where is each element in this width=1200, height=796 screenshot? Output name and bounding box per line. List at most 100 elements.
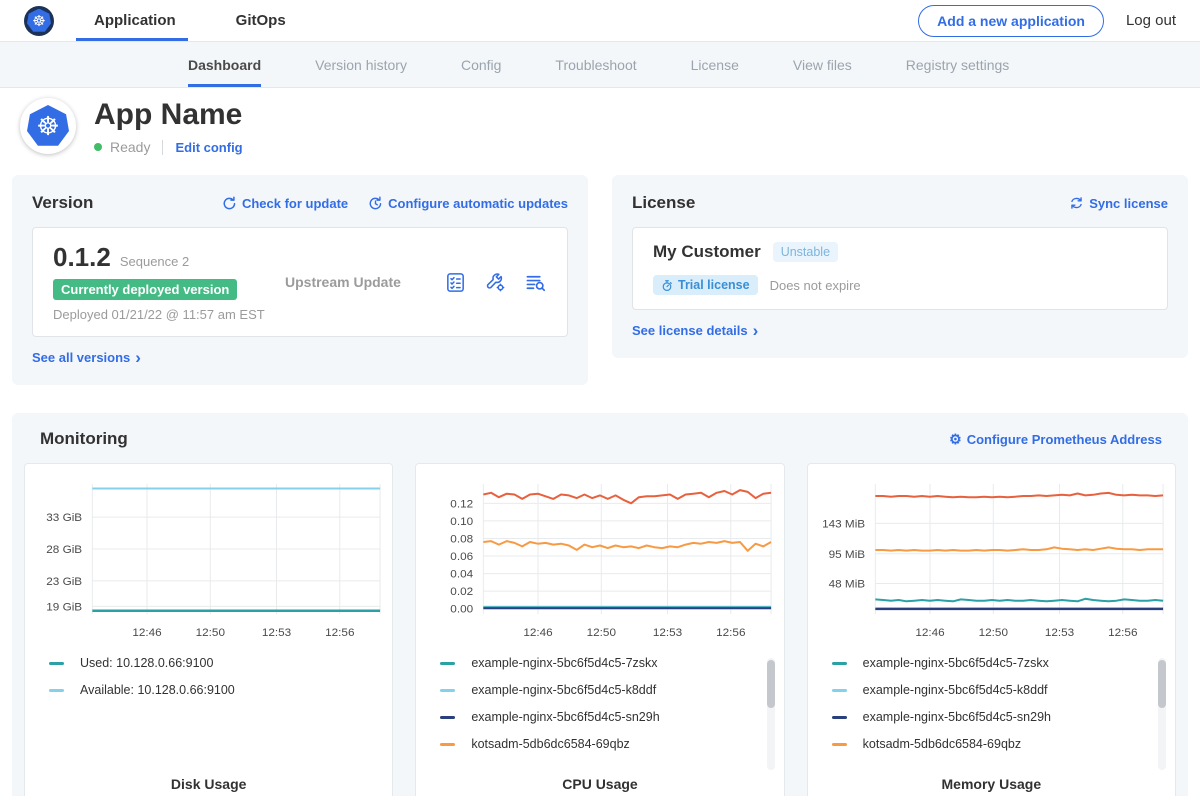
currently-deployed-badge: Currently deployed version	[53, 279, 237, 300]
svg-text:0.04: 0.04	[451, 568, 474, 581]
kubernetes-logo-icon: ☸	[24, 6, 54, 36]
legend-swatch	[832, 716, 847, 719]
status-dot	[94, 143, 102, 151]
sequence-label: Sequence 2	[120, 254, 189, 269]
version-card-title: Version	[32, 193, 93, 213]
svg-text:12:46: 12:46	[132, 626, 161, 639]
disk-usage-chart-card: 19 GiB23 GiB28 GiB33 GiB12:4612:5012:531…	[24, 463, 393, 796]
release-type-label: Upstream Update	[285, 274, 401, 290]
legend-label: example-nginx-5bc6f5d4c5-7zskx	[471, 656, 657, 670]
svg-text:0.02: 0.02	[451, 585, 474, 598]
tab-version-history[interactable]: Version history	[315, 42, 407, 87]
legend-item: Used: 10.128.0.66:9100	[49, 656, 392, 670]
version-number: 0.1.2	[53, 242, 111, 273]
legend-label: Used: 10.128.0.66:9100	[80, 656, 213, 670]
svg-text:12:53: 12:53	[653, 626, 682, 639]
legend-item: kotsadm-5db6dc6584-69qbz	[440, 737, 783, 751]
add-application-button[interactable]: Add a new application	[918, 5, 1104, 37]
series-line	[484, 490, 772, 503]
svg-text:12:50: 12:50	[196, 626, 225, 639]
legend-swatch	[832, 743, 847, 746]
svg-text:12:56: 12:56	[325, 626, 354, 639]
tab-registry-settings[interactable]: Registry settings	[906, 42, 1009, 87]
svg-text:12:56: 12:56	[716, 626, 745, 639]
app-sub-nav: Dashboard Version history Config Trouble…	[0, 42, 1200, 88]
svg-text:28 GiB: 28 GiB	[46, 543, 82, 556]
legend-label: Available: 10.128.0.66:9100	[80, 683, 235, 697]
legend-scrollbar[interactable]	[1158, 658, 1166, 770]
svg-text:12:46: 12:46	[915, 626, 944, 639]
chart-title: Memory Usage	[808, 776, 1175, 792]
tab-config[interactable]: Config	[461, 42, 501, 87]
svg-text:0.06: 0.06	[451, 550, 474, 563]
legend-item: example-nginx-5bc6f5d4c5-sn29h	[832, 710, 1175, 724]
configure-automatic-updates-link[interactable]: Configure automatic updates	[368, 196, 568, 211]
legend-label: example-nginx-5bc6f5d4c5-sn29h	[863, 710, 1051, 724]
nav-tab-gitops[interactable]: GitOps	[230, 0, 292, 41]
tab-dashboard[interactable]: Dashboard	[188, 42, 261, 87]
disk-usage-legend: Used: 10.128.0.66:9100 Available: 10.128.…	[49, 656, 392, 774]
cpu-usage-chart-card: 0.000.020.040.060.080.100.1212:4612:5012…	[415, 463, 784, 796]
top-nav: ☸ Application GitOps Add a new applicati…	[0, 0, 1200, 42]
svg-text:12:53: 12:53	[262, 626, 291, 639]
series-line	[484, 541, 772, 551]
legend-label: example-nginx-5bc6f5d4c5-k8ddf	[863, 683, 1048, 697]
svg-text:33 GiB: 33 GiB	[46, 511, 82, 524]
chevron-right-icon: ›	[753, 326, 759, 336]
chart-title: Disk Usage	[25, 776, 392, 792]
disk-usage-chart: 19 GiB23 GiB28 GiB33 GiB12:4612:5012:531…	[25, 474, 392, 652]
channel-badge: Unstable	[773, 242, 838, 262]
svg-text:48 MiB: 48 MiB	[828, 578, 865, 591]
see-license-details-link[interactable]: See license details›	[632, 323, 758, 338]
sync-license-link[interactable]: Sync license	[1069, 196, 1168, 211]
legend-item: example-nginx-5bc6f5d4c5-k8ddf	[440, 683, 783, 697]
status-text: Ready	[110, 139, 150, 155]
series-line	[875, 599, 1163, 602]
legend-swatch	[440, 662, 455, 665]
legend-label: example-nginx-5bc6f5d4c5-sn29h	[471, 710, 659, 724]
license-expiry-text: Does not expire	[770, 278, 861, 293]
legend-item: example-nginx-5bc6f5d4c5-7zskx	[440, 656, 783, 670]
svg-text:23 GiB: 23 GiB	[46, 575, 82, 588]
memory-usage-legend: example-nginx-5bc6f5d4c5-7zskxexample-ng…	[832, 656, 1175, 774]
license-card-title: License	[632, 193, 695, 213]
legend-swatch	[440, 716, 455, 719]
legend-swatch	[440, 689, 455, 692]
svg-text:0.12: 0.12	[451, 497, 474, 510]
legend-item: kotsadm-5db6dc6584-69qbz	[832, 737, 1175, 751]
svg-text:95 MiB: 95 MiB	[828, 548, 865, 561]
tab-troubleshoot[interactable]: Troubleshoot	[555, 42, 636, 87]
divider	[162, 140, 163, 155]
legend-scrollbar[interactable]	[767, 658, 775, 770]
view-logs-icon[interactable]	[524, 271, 547, 294]
version-card: Version Check for update Configure autom…	[12, 175, 588, 385]
tab-license[interactable]: License	[691, 42, 739, 87]
legend-swatch	[440, 743, 455, 746]
legend-scrollbar-thumb[interactable]	[1158, 660, 1166, 708]
legend-scrollbar-thumb[interactable]	[767, 660, 775, 708]
svg-text:12:50: 12:50	[978, 626, 1007, 639]
monitoring-panel: Monitoring ⚙ Configure Prometheus Addres…	[12, 413, 1188, 796]
nav-tab-application[interactable]: Application	[88, 0, 182, 41]
legend-item: example-nginx-5bc6f5d4c5-k8ddf	[832, 683, 1175, 697]
stopwatch-icon	[661, 279, 673, 292]
edit-config-link[interactable]: Edit config	[175, 140, 242, 155]
deployed-date: Deployed 01/21/22 @ 11:57 am EST	[53, 307, 285, 322]
app-header: ☸ App Name Ready Edit config	[0, 88, 1200, 171]
legend-label: example-nginx-5bc6f5d4c5-k8ddf	[471, 683, 656, 697]
tab-view-files[interactable]: View files	[793, 42, 852, 87]
legend-label: kotsadm-5db6dc6584-69qbz	[863, 737, 1021, 751]
chevron-right-icon: ›	[135, 353, 141, 363]
page-title: App Name	[94, 98, 243, 132]
logout-link[interactable]: Log out	[1126, 12, 1176, 29]
configure-prometheus-link[interactable]: ⚙ Configure Prometheus Address	[949, 432, 1162, 447]
check-for-update-link[interactable]: Check for update	[222, 196, 348, 211]
config-wrench-icon[interactable]	[484, 271, 507, 294]
legend-item: example-nginx-5bc6f5d4c5-sn29h	[440, 710, 783, 724]
see-all-versions-link[interactable]: See all versions›	[32, 350, 141, 365]
legend-swatch	[49, 689, 64, 692]
preflight-checklist-icon[interactable]	[444, 271, 467, 294]
memory-usage-chart-card: 48 MiB95 MiB143 MiB12:4612:5012:5312:56 …	[807, 463, 1176, 796]
svg-text:0.10: 0.10	[451, 515, 474, 528]
legend-label: kotsadm-5db6dc6584-69qbz	[471, 737, 629, 751]
